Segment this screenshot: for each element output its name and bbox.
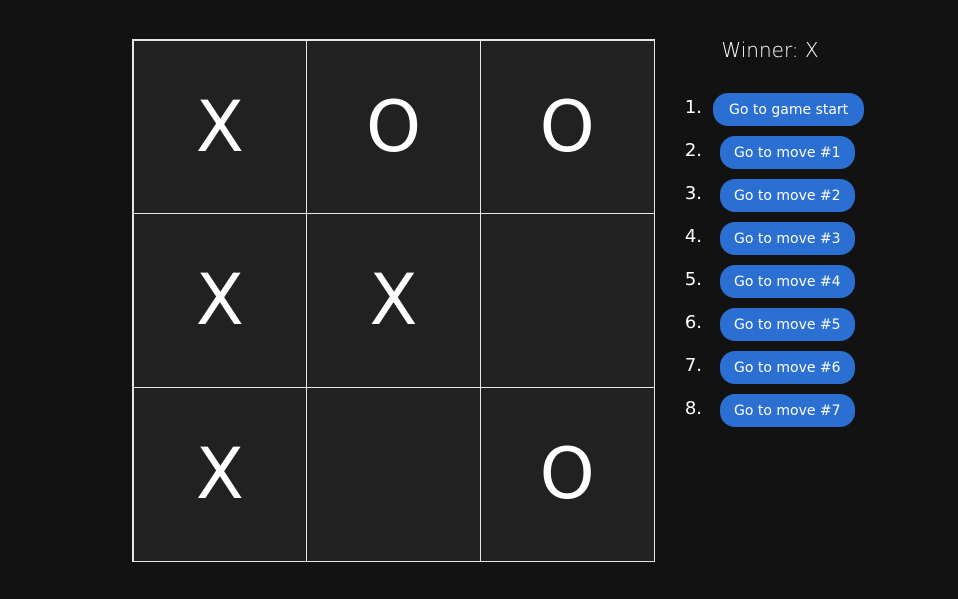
move-list-item: 6. Go to move #5 — [680, 303, 864, 346]
square-6[interactable]: X — [132, 386, 308, 562]
move-list-item: 1. Go to game start — [680, 88, 865, 131]
move-number: 8. — [684, 397, 702, 419]
move-number: 1. — [684, 96, 702, 118]
move-number: 5. — [684, 268, 702, 290]
square-3[interactable]: X — [132, 213, 308, 388]
go-to-move-2-button[interactable]: Go to move #2 — [720, 179, 855, 212]
game-board: X O O X X X O — [132, 39, 655, 562]
square-4[interactable]: X — [306, 213, 481, 388]
square-2[interactable]: O — [479, 39, 655, 215]
move-list-item: 3. Go to move #2 — [680, 174, 864, 217]
square-1[interactable]: O — [306, 39, 481, 215]
go-to-move-4-button[interactable]: Go to move #4 — [720, 265, 855, 298]
move-list-item: 4. Go to move #3 — [680, 217, 864, 260]
go-to-game-start-button[interactable]: Go to game start — [713, 93, 865, 126]
go-to-move-7-button[interactable]: Go to move #7 — [720, 394, 855, 427]
go-to-move-1-button[interactable]: Go to move #1 — [720, 136, 855, 169]
square-7[interactable] — [306, 386, 481, 562]
move-number: 3. — [684, 182, 702, 204]
move-number: 2. — [684, 139, 702, 161]
go-to-move-5-button[interactable]: Go to move #5 — [720, 308, 855, 341]
square-5[interactable] — [479, 213, 655, 388]
go-to-move-3-button[interactable]: Go to move #3 — [720, 222, 855, 255]
move-number: 6. — [684, 311, 702, 333]
move-list-item: 2. Go to move #1 — [680, 131, 864, 174]
move-history-list: 1. Go to game start 2. Go to move #1 3. … — [680, 88, 865, 432]
square-8[interactable]: O — [479, 386, 655, 562]
move-list-item: 7. Go to move #6 — [680, 346, 864, 389]
game-status: Winner: X — [721, 38, 819, 62]
move-list-item: 5. Go to move #4 — [680, 260, 864, 303]
move-number: 4. — [684, 225, 702, 247]
go-to-move-6-button[interactable]: Go to move #6 — [720, 351, 855, 384]
square-0[interactable]: X — [132, 39, 308, 215]
move-number: 7. — [684, 354, 702, 376]
move-list-item: 8. Go to move #7 — [680, 389, 864, 432]
